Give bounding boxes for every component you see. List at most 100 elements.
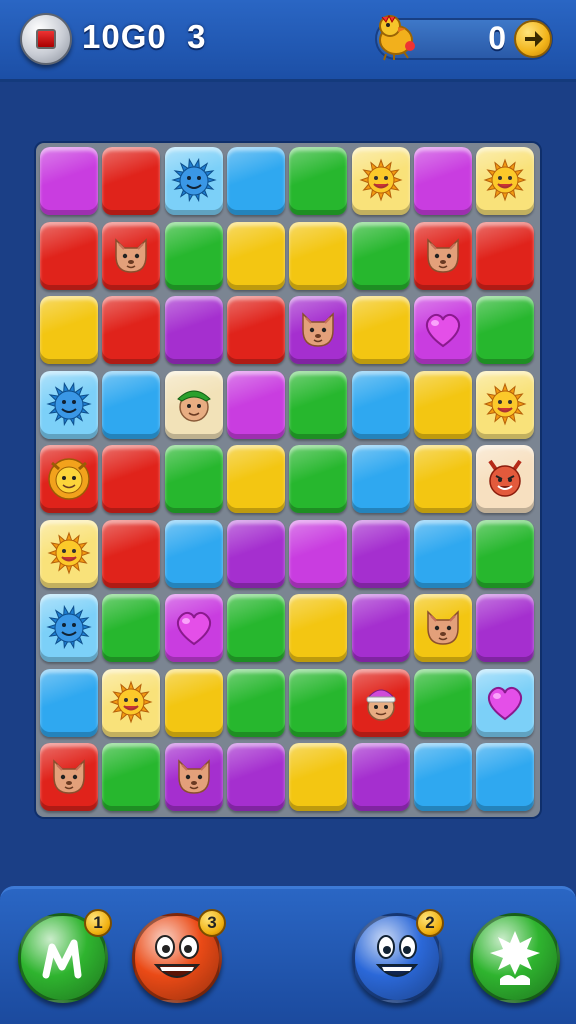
sun-icon	[482, 157, 528, 203]
tile[interactable]	[102, 743, 161, 811]
tile[interactable]	[351, 221, 410, 290]
menu-button[interactable]	[20, 13, 72, 65]
tile[interactable]	[413, 594, 472, 662]
tile[interactable]	[476, 147, 535, 215]
tile[interactable]	[351, 594, 410, 662]
tile[interactable]	[476, 221, 535, 290]
sun-icon	[108, 679, 154, 725]
tile[interactable]	[226, 296, 285, 364]
top-bar: 10G0 3 0	[0, 0, 576, 82]
level-title: 10G0 3	[82, 18, 207, 55]
tile[interactable]	[413, 519, 472, 588]
tile[interactable]	[226, 221, 285, 290]
tile[interactable]	[413, 743, 472, 811]
tile[interactable]	[413, 668, 472, 737]
tile[interactable]	[102, 147, 161, 215]
tile[interactable]	[226, 668, 285, 737]
tile[interactable]	[351, 370, 410, 439]
tile[interactable]	[476, 370, 535, 439]
sun-icon	[482, 381, 528, 427]
tile[interactable]	[102, 594, 161, 662]
tile[interactable]	[289, 147, 348, 215]
tile[interactable]	[351, 668, 410, 737]
tile[interactable]	[289, 445, 348, 513]
tile[interactable]	[476, 519, 535, 588]
tile[interactable]	[226, 147, 285, 215]
tile[interactable]	[413, 296, 472, 364]
tile[interactable]	[102, 221, 161, 290]
tile[interactable]	[164, 668, 223, 737]
tile[interactable]	[289, 370, 348, 439]
score-value: 0	[488, 20, 506, 56]
cat-icon	[108, 232, 154, 278]
tile[interactable]	[40, 370, 98, 439]
tile[interactable]	[351, 296, 410, 364]
heart-icon	[420, 306, 466, 352]
tile[interactable]	[102, 668, 161, 737]
tile[interactable]	[289, 668, 348, 737]
tile[interactable]	[413, 370, 472, 439]
spiky-face-icon	[170, 157, 217, 203]
spiky-face-icon	[46, 604, 92, 650]
tile[interactable]	[476, 668, 535, 737]
tile[interactable]	[476, 445, 535, 513]
tile[interactable]	[289, 519, 348, 588]
tile[interactable]	[40, 594, 98, 662]
tile[interactable]	[413, 147, 472, 215]
tile[interactable]	[164, 445, 223, 513]
tile[interactable]	[289, 594, 348, 662]
tile[interactable]	[476, 743, 535, 811]
tile[interactable]	[40, 519, 98, 588]
chicken-icon	[379, 14, 415, 61]
booster-count-badge: 2	[416, 909, 444, 937]
tile[interactable]	[164, 147, 223, 215]
tile[interactable]	[164, 519, 223, 588]
heart-icon	[482, 679, 528, 725]
tile[interactable]	[226, 519, 285, 588]
tile[interactable]	[164, 296, 223, 364]
tile[interactable]	[40, 296, 98, 364]
heart-icon	[171, 604, 217, 650]
tile[interactable]	[351, 519, 410, 588]
tile[interactable]	[164, 594, 223, 662]
tile[interactable]	[102, 445, 161, 513]
booster-count-badge: 3	[198, 909, 226, 937]
tile[interactable]	[289, 743, 348, 811]
tile[interactable]	[226, 594, 285, 662]
tile[interactable]	[40, 147, 98, 215]
tile[interactable]	[40, 743, 98, 811]
cat-icon	[420, 604, 466, 650]
tile[interactable]	[40, 668, 98, 737]
elf-icon	[171, 381, 217, 427]
tile[interactable]	[40, 221, 98, 290]
tile[interactable]	[289, 296, 348, 364]
tile[interactable]	[40, 445, 98, 513]
spiky-face-icon	[46, 381, 92, 427]
tile[interactable]	[102, 519, 161, 588]
tile[interactable]	[164, 743, 223, 811]
tile[interactable]	[164, 370, 223, 439]
tile[interactable]	[226, 445, 285, 513]
tile[interactable]	[413, 445, 472, 513]
tile[interactable]	[351, 147, 410, 215]
cat-icon	[295, 306, 341, 352]
score-arrow-button[interactable]	[514, 20, 552, 58]
tile[interactable]	[476, 296, 535, 364]
cat-icon	[171, 753, 217, 799]
tile[interactable]	[226, 743, 285, 811]
tile[interactable]	[102, 370, 161, 439]
tile[interactable]	[289, 221, 348, 290]
hat-face-icon	[358, 679, 404, 725]
devil-icon	[482, 455, 528, 501]
tile[interactable]	[351, 445, 410, 513]
tile[interactable]	[226, 370, 285, 439]
tile[interactable]	[102, 296, 161, 364]
game-board	[36, 143, 540, 817]
pause-icon	[36, 29, 56, 49]
splash-booster[interactable]	[470, 913, 560, 1003]
tile[interactable]	[164, 221, 223, 290]
tile[interactable]	[476, 594, 535, 662]
tile[interactable]	[351, 743, 410, 811]
tile[interactable]	[413, 221, 472, 290]
arrow-right-icon	[525, 31, 543, 47]
